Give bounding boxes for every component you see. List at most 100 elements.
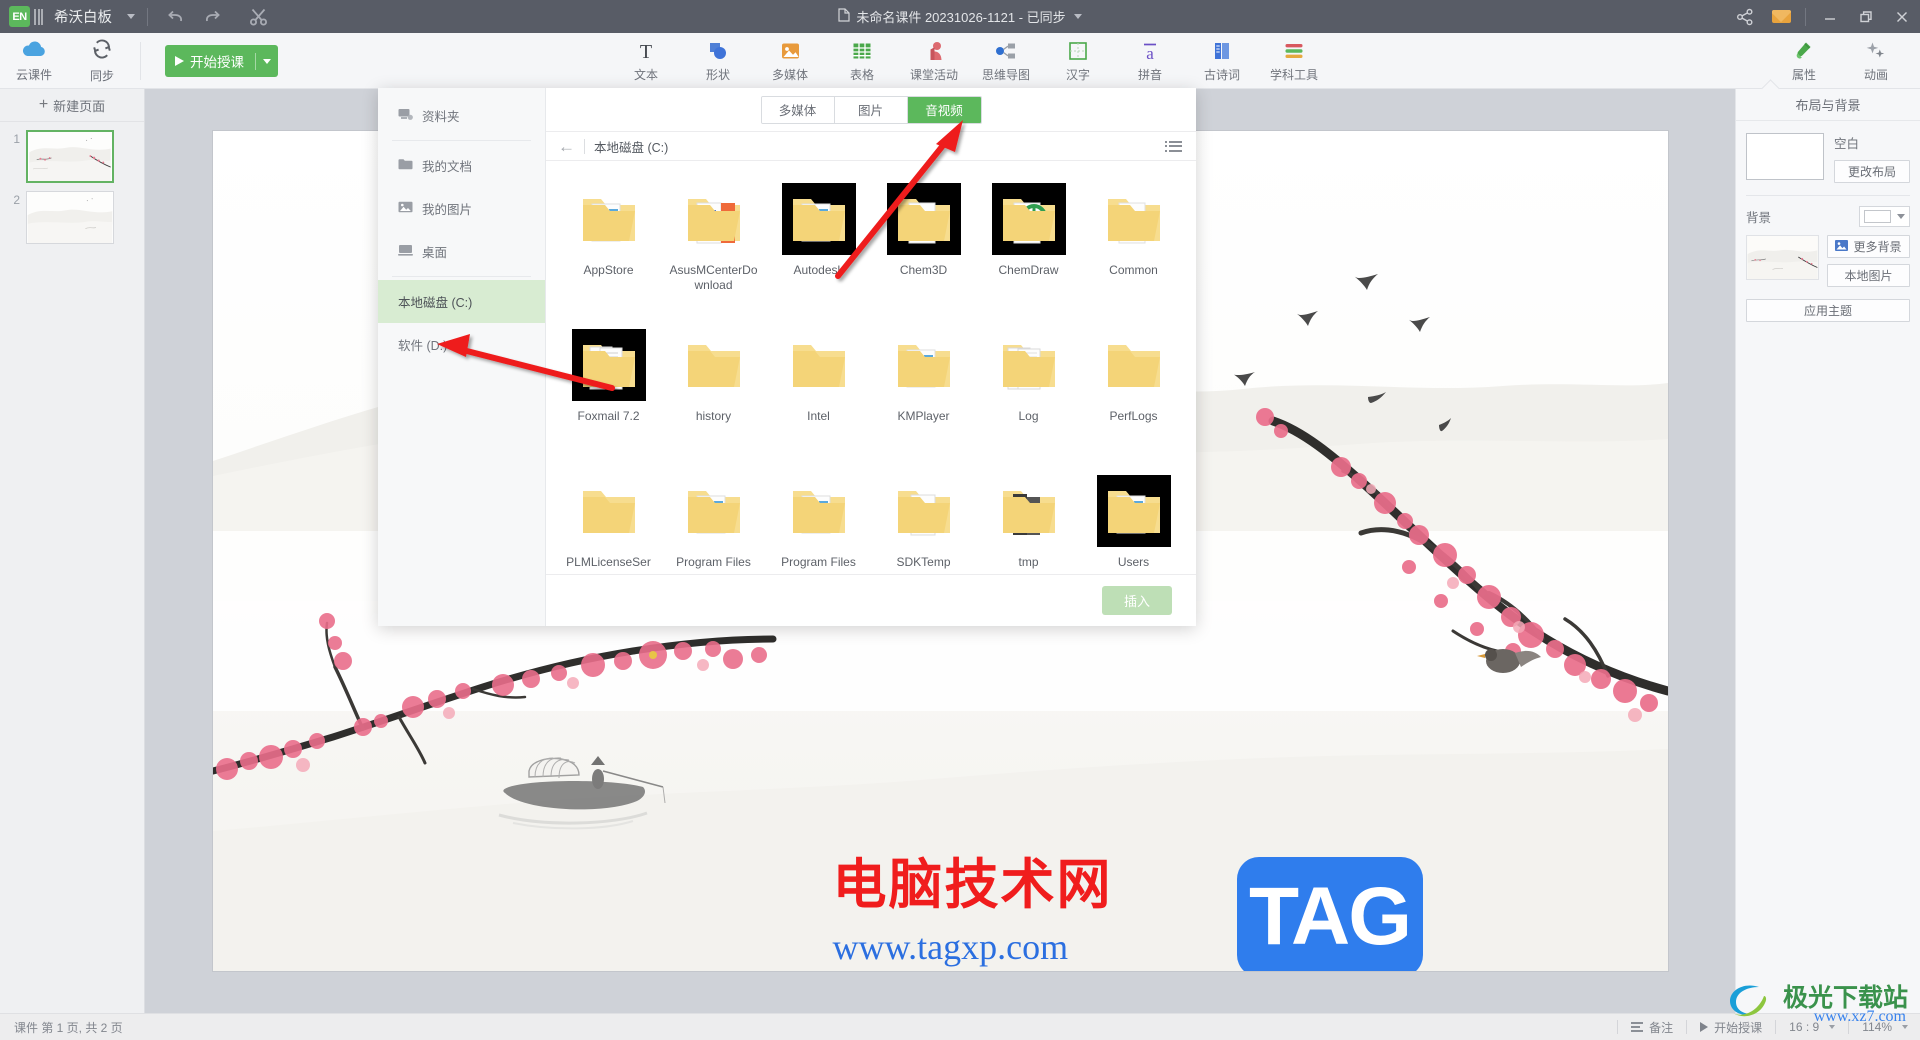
file-item[interactable]: Users [1081, 461, 1186, 574]
file-item[interactable]: Autodesk [766, 169, 871, 315]
layout-section: 空白 更改布局 [1736, 121, 1920, 183]
change-layout-button[interactable]: 更改布局 [1834, 160, 1910, 183]
dialog-main: 多媒体 图片 音视频 ← 本地磁盘 (C:) AppStore AsusMCen… [546, 88, 1196, 626]
file-item[interactable]: PerfLogs [1081, 315, 1186, 461]
slide-thumbnail-row[interactable]: 1 [0, 122, 144, 183]
folder-icon: 店 [677, 183, 751, 255]
file-item[interactable]: Program Files [766, 461, 871, 574]
background-color-picker[interactable] [1859, 206, 1910, 227]
file-item[interactable]: AppStore [556, 169, 661, 315]
document-title[interactable]: 未命名课件 20231026-1121 - 已同步 [856, 7, 1065, 26]
document-icon [838, 8, 850, 25]
tool-animation[interactable]: 动画 [1840, 33, 1912, 89]
slide-thumbnail-2[interactable] [26, 191, 114, 244]
tool-pinyin[interactable]: a 拼音 [1114, 33, 1186, 89]
divider [392, 140, 531, 141]
notes-icon [1631, 1022, 1644, 1032]
undo-icon[interactable] [160, 0, 194, 33]
tool-mindmap[interactable]: 思维导图 [970, 33, 1042, 89]
sync-button[interactable]: 同步 [68, 33, 136, 89]
cloud-courseware-button[interactable]: 云课件 [0, 33, 68, 89]
tab-multimedia[interactable]: 多媒体 [761, 96, 835, 123]
start-class-main[interactable]: 开始授课 [165, 45, 255, 77]
desktop-icon [398, 244, 413, 259]
divider [584, 138, 585, 154]
file-item[interactable]: KMPlayer [871, 315, 976, 461]
slide-thumbnail-row[interactable]: 2 [0, 183, 144, 244]
tab-audio-video[interactable]: 音视频 [907, 96, 981, 123]
insert-button[interactable]: 插入 [1102, 586, 1172, 615]
file-item[interactable]: SDKTemp [871, 461, 976, 574]
list-view-icon[interactable] [1165, 140, 1182, 152]
minimize-button[interactable] [1812, 0, 1848, 33]
tool-poetry-label: 古诗词 [1203, 68, 1240, 82]
chevron-down-icon[interactable] [127, 14, 135, 19]
close-button[interactable] [1884, 0, 1920, 33]
slide-thumbnail-1[interactable] [26, 130, 114, 183]
divider [1617, 1020, 1619, 1034]
brand-area[interactable]: EN 希沃白板 [0, 6, 135, 27]
more-background-button[interactable]: 更多背景 [1827, 235, 1910, 258]
file-name: tmp [1018, 555, 1039, 569]
redo-icon[interactable] [194, 0, 228, 33]
tool-classroom-activity-label: 课堂活动 [909, 68, 958, 82]
file-item[interactable]: Chem3D [871, 169, 976, 315]
folder-icon [781, 183, 856, 255]
notes-label: 备注 [1649, 1020, 1674, 1035]
start-class-dropdown[interactable] [256, 45, 278, 77]
poetry-icon [1211, 39, 1233, 63]
new-page-button[interactable]: + 新建页面 [0, 89, 144, 122]
file-name: AsusMCenterDownload [669, 263, 758, 292]
sidebar-item-my-pictures[interactable]: 我的图片 [378, 187, 545, 230]
logo-bars-icon [34, 8, 43, 25]
file-item[interactable]: PLMLicenseSer [556, 461, 661, 574]
file-name: PLMLicenseSer [566, 555, 651, 569]
watermark-text-block: 电脑技术网 www.tagxp.com [817, 854, 1237, 971]
tab-image[interactable]: 图片 [834, 96, 908, 123]
local-image-button[interactable]: 本地图片 [1827, 264, 1910, 287]
watermark-title: 电脑技术网 [832, 853, 1113, 916]
layout-preview[interactable] [1746, 133, 1824, 180]
file-item[interactable]: Intel [766, 315, 871, 461]
sidebar-item-resource-folder[interactable]: 资料夹 [378, 94, 545, 137]
tool-subject-tools[interactable]: 学科工具 [1258, 33, 1330, 89]
file-item[interactable]: Log [976, 315, 1081, 461]
sidebar-item-local-disk-c[interactable]: 本地磁盘 (C:) [378, 280, 545, 323]
file-item[interactable]: Common [1081, 169, 1186, 315]
tool-classroom-activity[interactable]: 课堂活动 [898, 33, 970, 89]
tool-text[interactable]: T 文本 [610, 33, 682, 89]
start-class-button[interactable]: 开始授课 [165, 45, 278, 77]
folder-icon [887, 329, 961, 401]
file-item[interactable]: tmp [976, 461, 1081, 574]
file-item[interactable]: ChemDraw [976, 169, 1081, 315]
file-item[interactable]: 店 AsusMCenterDownload [661, 169, 766, 315]
scissors-icon[interactable] [242, 0, 276, 33]
sidebar-item-label: 我的图片 [422, 203, 473, 217]
file-item[interactable]: Program Files [661, 461, 766, 574]
tool-poetry[interactable]: 古诗词 [1186, 33, 1258, 89]
back-arrow-icon[interactable]: ← [558, 138, 575, 155]
envelope-icon[interactable] [1763, 0, 1799, 33]
sidebar-item-software-d[interactable]: 软件 (D:) [378, 323, 545, 366]
notes-button[interactable]: 备注 [1631, 1019, 1673, 1036]
tool-hanzi[interactable]: 汉字 [1042, 33, 1114, 89]
layout-name: 空白 [1834, 137, 1860, 151]
restore-button[interactable] [1848, 0, 1884, 33]
ribbon-toolbar: 云课件 同步 开始授课 T 文本 形状 多媒体 表格 课堂活动 思维导图 汉字 … [0, 33, 1920, 89]
apply-theme-button[interactable]: 应用主题 [1746, 299, 1910, 322]
file-name: Autodesk [793, 263, 844, 277]
tool-media[interactable]: 多媒体 [754, 33, 826, 89]
sidebar-item-my-documents[interactable]: 我的文档 [378, 144, 545, 187]
background-preview[interactable] [1746, 235, 1819, 280]
sidebar-item-label: 资料夹 [422, 110, 460, 124]
tool-shapes[interactable]: 形状 [682, 33, 754, 89]
tool-pinyin-label: 拼音 [1137, 68, 1162, 82]
tool-properties[interactable]: 属性 [1768, 33, 1840, 89]
share-icon[interactable] [1727, 0, 1763, 33]
tool-table[interactable]: 表格 [826, 33, 898, 89]
file-item[interactable]: history [661, 315, 766, 461]
file-item[interactable]: Foxmail 7.2 [556, 315, 661, 461]
title-chevron-down-icon[interactable] [1073, 14, 1082, 19]
page-info: 课件 第 1 页, 共 2 页 [14, 1020, 123, 1035]
sidebar-item-desktop[interactable]: 桌面 [378, 230, 545, 273]
